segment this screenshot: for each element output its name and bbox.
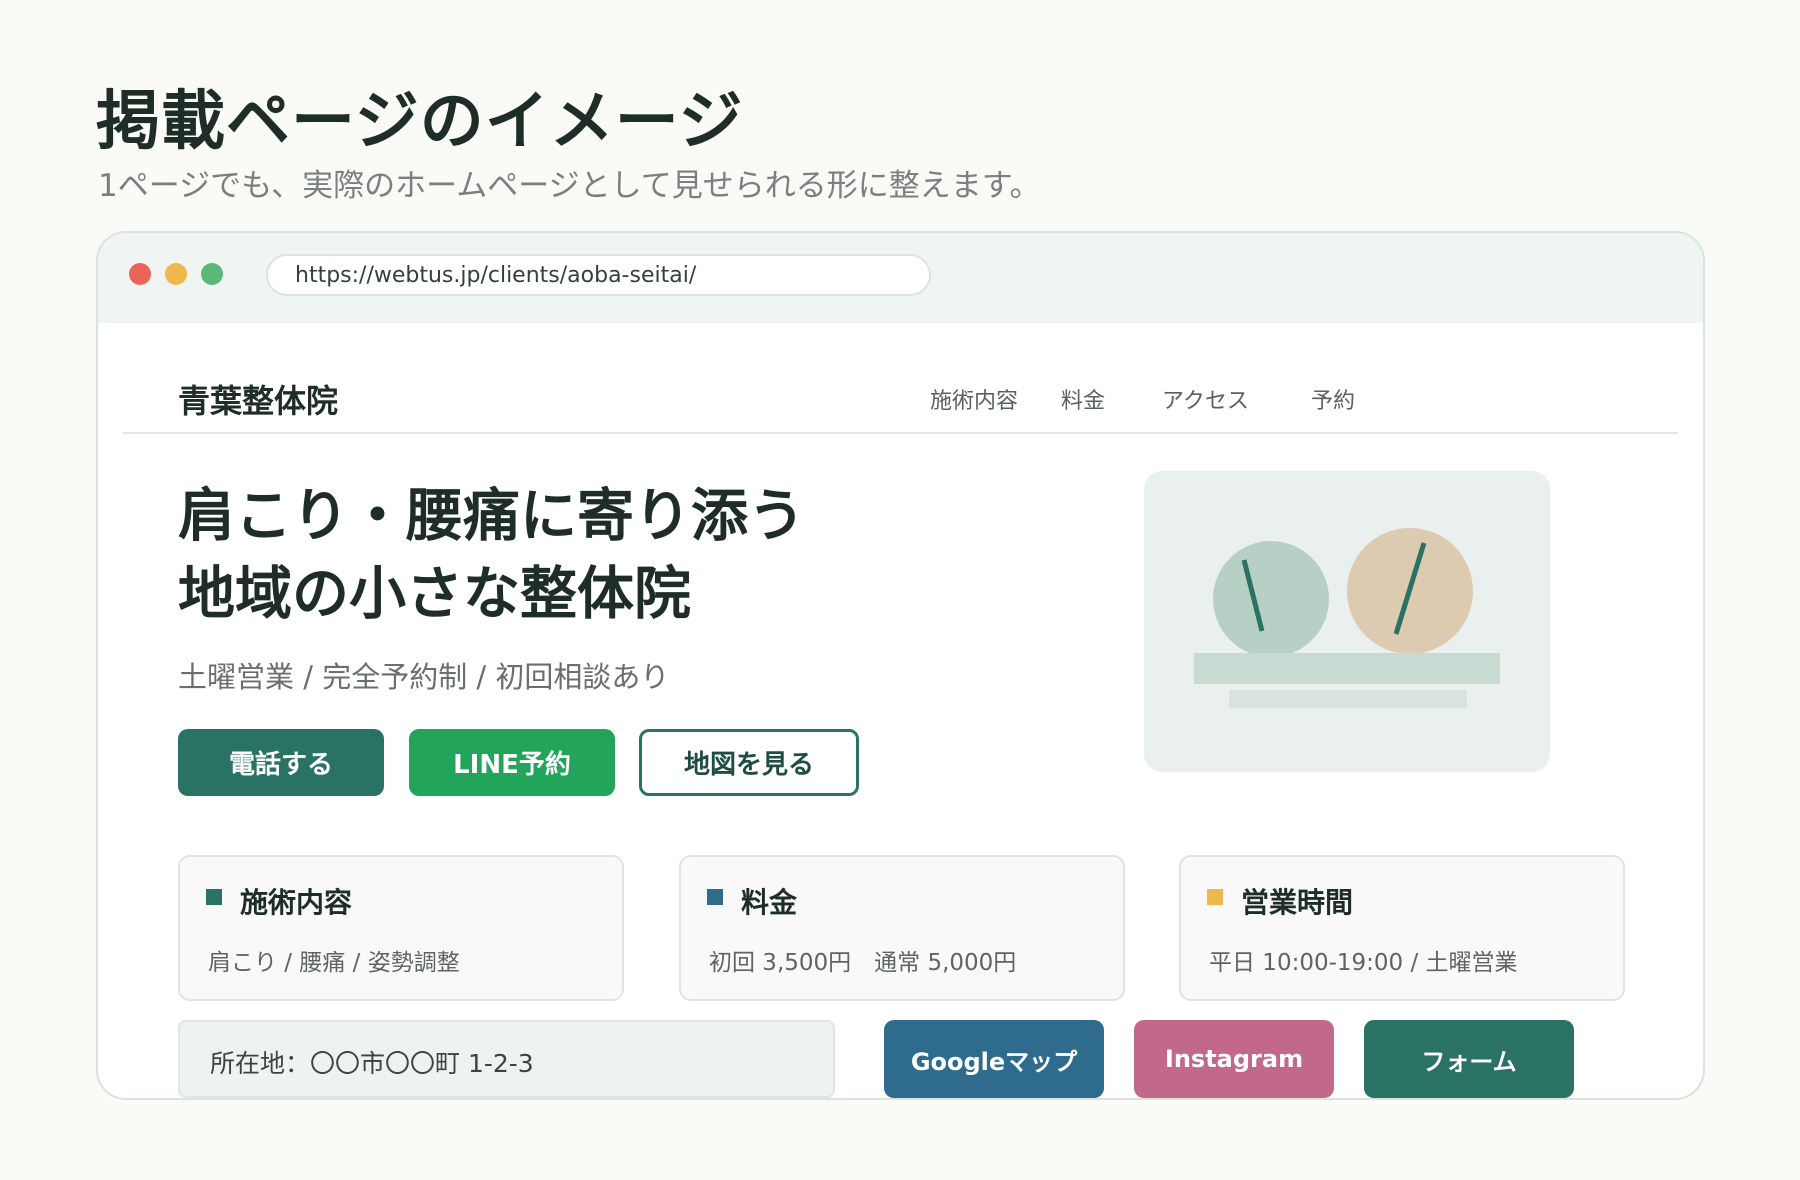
card-title: 料金 (741, 886, 798, 919)
instagram-button[interactable]: Instagram (1134, 1020, 1334, 1098)
hero-title: 肩こり・腰痛に寄り添う 地域の小さな整体院 (178, 477, 805, 633)
card-body: 平日 10:00-19:00 / 土曜営業 (1209, 950, 1518, 976)
card-title: 営業時間 (1241, 886, 1354, 919)
square-icon (1207, 889, 1223, 905)
header-divider (123, 432, 1678, 434)
browser-window: https://webtus.jp/clients/aoba-seitai/ 青… (96, 231, 1705, 1100)
site-logo[interactable]: 青葉整体院 (178, 376, 338, 422)
info-card-pricing: 料金 初回 3,500円 通常 5,000円 (679, 855, 1125, 1001)
address-box: 所在地：〇〇市〇〇町 1-2-3 (178, 1020, 835, 1098)
card-title: 施術内容 (240, 886, 353, 919)
view-map-button[interactable]: 地図を見る (639, 729, 859, 796)
massage-balls-illustration (1194, 528, 1500, 708)
contact-form-button[interactable]: フォーム (1364, 1020, 1574, 1098)
google-maps-button[interactable]: Googleマップ (884, 1020, 1104, 1098)
close-window-dot[interactable] (129, 263, 151, 285)
browser-toolbar: https://webtus.jp/clients/aoba-seitai/ (98, 233, 1703, 323)
shelf-shape (1194, 653, 1500, 684)
call-button[interactable]: 電話する (178, 729, 384, 796)
info-card-treatment: 施術内容 肩こり / 腰痛 / 姿勢調整 (178, 855, 624, 1001)
card-body: 初回 3,500円 通常 5,000円 (709, 950, 1017, 976)
line-reserve-button[interactable]: LINE予約 (409, 729, 615, 796)
nav-item-pricing[interactable]: 料金 (1061, 383, 1105, 415)
maximize-window-dot[interactable] (201, 263, 223, 285)
page-title: 掲載ページのイメージ (96, 85, 744, 159)
shelf-shadow-shape (1229, 690, 1467, 708)
info-card-hours: 営業時間 平日 10:00-19:00 / 土曜営業 (1179, 855, 1625, 1001)
page-subtitle: 1ページでも、実際のホームページとして見せられる形に整えます。 (98, 168, 1041, 204)
minimize-window-dot[interactable] (165, 263, 187, 285)
green-ball-shape (1213, 541, 1329, 657)
hero-subtitle: 土曜営業 / 完全予約制 / 初回相談あり (178, 660, 670, 694)
hero-title-line-1: 肩こり・腰痛に寄り添う (178, 483, 805, 549)
nav-item-reservation[interactable]: 予約 (1311, 383, 1355, 415)
square-icon (707, 889, 723, 905)
hero-title-line-2: 地域の小さな整体院 (178, 561, 691, 627)
square-icon (206, 889, 222, 905)
card-body: 肩こり / 腰痛 / 姿勢調整 (208, 950, 460, 976)
address-bar[interactable]: https://webtus.jp/clients/aoba-seitai/ (266, 254, 931, 296)
nav-item-treatment[interactable]: 施術内容 (930, 383, 1018, 415)
hero-illustration (1144, 471, 1550, 772)
nav-item-access[interactable]: アクセス (1162, 383, 1249, 415)
